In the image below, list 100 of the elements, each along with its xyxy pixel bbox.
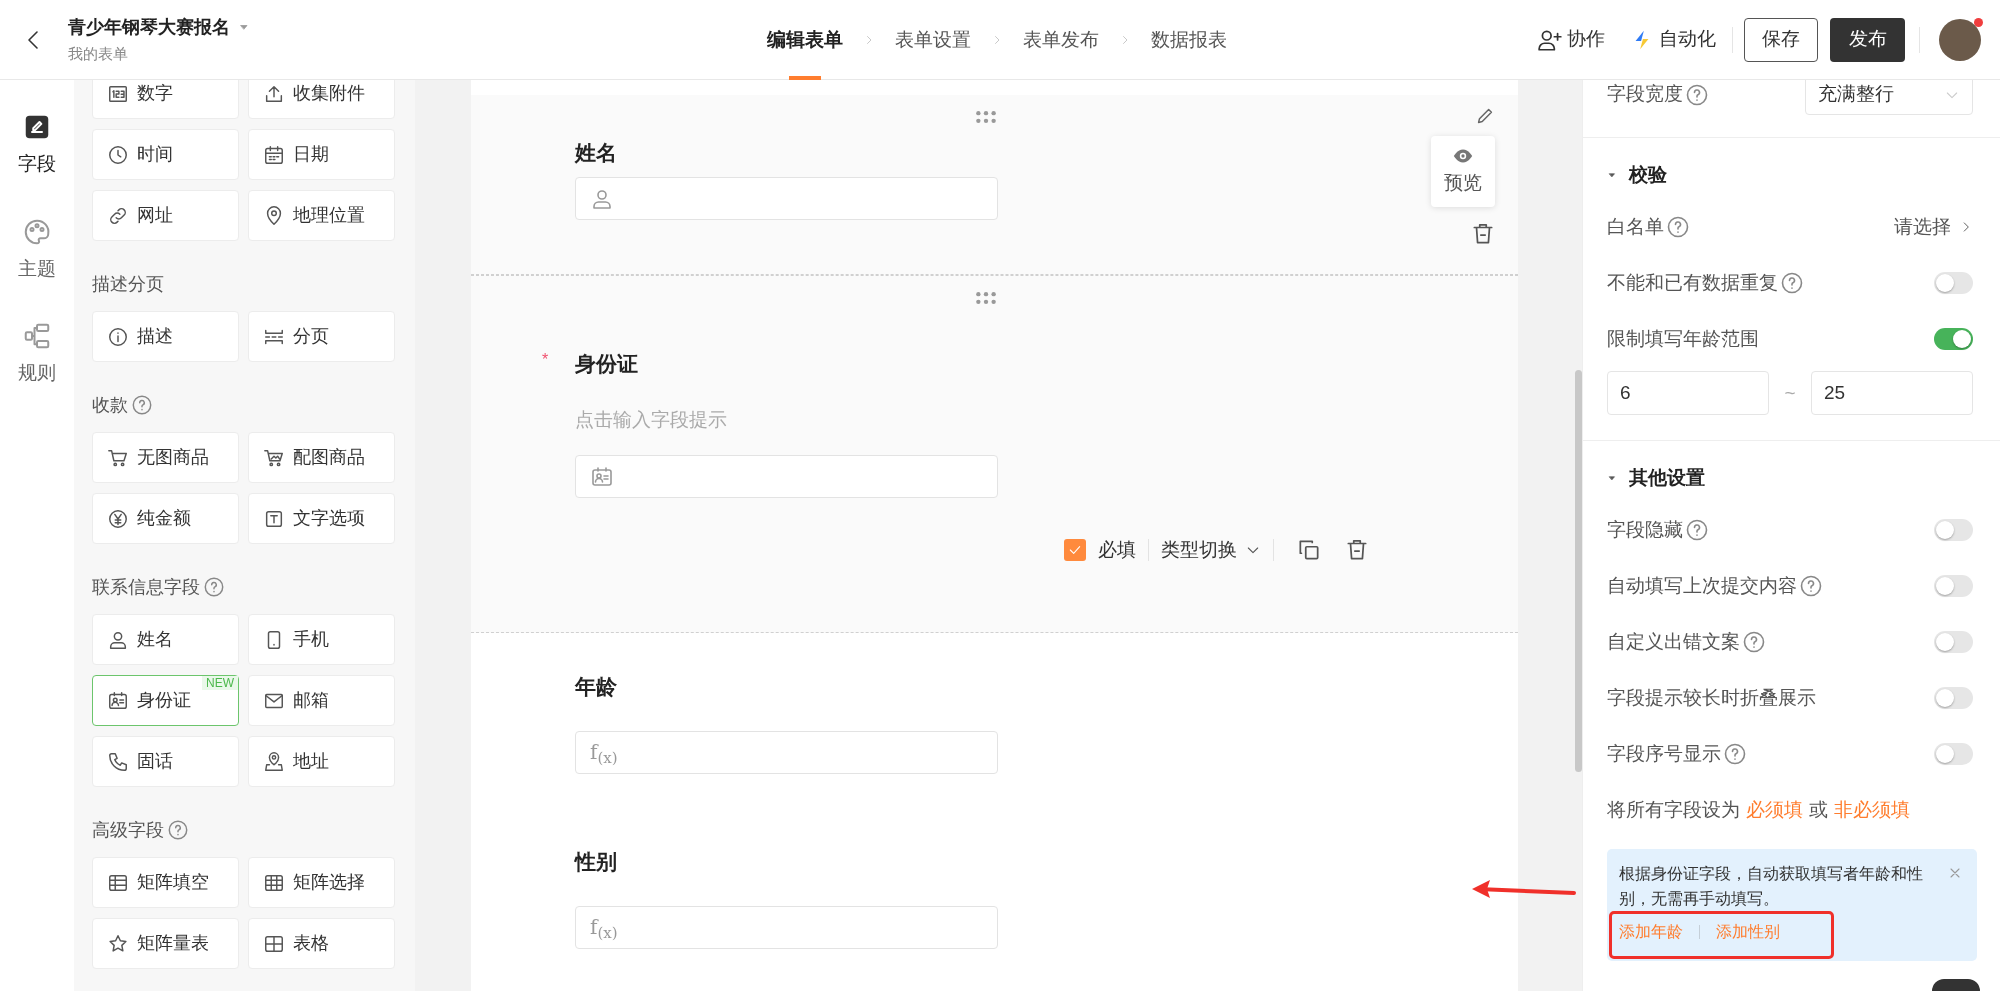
type-switch-dropdown[interactable]: 类型切换 xyxy=(1161,536,1261,565)
field-palette-item[interactable]: 网址 xyxy=(92,190,239,241)
location-person-icon xyxy=(263,750,285,773)
field-palette-item[interactable]: 无图商品 xyxy=(92,432,239,483)
help-icon[interactable] xyxy=(1685,518,1709,542)
section-toggle[interactable]: 其他设置 xyxy=(1607,466,1705,490)
field-palette-item[interactable]: 地址 xyxy=(248,736,395,787)
setting-label: 不能和已有数据重复 xyxy=(1607,270,1778,295)
field-palette-item[interactable]: 日期 xyxy=(248,129,395,180)
field-palette-item[interactable]: 描述 xyxy=(92,311,239,362)
setting-label: 字段隐藏 xyxy=(1607,517,1683,542)
field-palette-item[interactable]: 固话 xyxy=(92,736,239,787)
bulk-label: 或 xyxy=(1809,797,1828,822)
scrollbar-thumb[interactable] xyxy=(1575,370,1582,772)
toggle-switch[interactable] xyxy=(1934,743,1973,765)
toggle-switch[interactable] xyxy=(1934,272,1973,294)
toggle-switch[interactable] xyxy=(1934,575,1973,597)
field-palette-item[interactable]: 时间 xyxy=(92,129,239,180)
round-button[interactable] xyxy=(1932,979,1980,991)
caret-icon xyxy=(1607,170,1617,180)
publish-button[interactable]: 发布 xyxy=(1830,17,1905,62)
drag-handle-icon[interactable] xyxy=(976,111,996,123)
max-age-field[interactable]: 25 xyxy=(1810,371,1973,415)
help-icon[interactable] xyxy=(1799,574,1823,598)
collaborate-button[interactable]: 协作 xyxy=(1537,25,1605,54)
star-icon xyxy=(107,932,129,955)
input-field[interactable] xyxy=(575,177,998,220)
formula-mark: f$_{(x)}$ xyxy=(590,914,618,942)
rules-icon xyxy=(22,321,52,351)
field-palette-item[interactable]: 配图商品 xyxy=(248,432,395,483)
section-heading: 高级字段 xyxy=(92,818,164,842)
min-age-field[interactable]: 6 xyxy=(1607,371,1770,415)
help-icon[interactable] xyxy=(1685,82,1709,107)
drag-handle-icon[interactable] xyxy=(976,292,996,304)
help-icon[interactable] xyxy=(1742,630,1766,654)
delete-icon[interactable] xyxy=(1470,221,1496,247)
setting-label: 字段宽度 xyxy=(1607,82,1683,107)
required-checkbox[interactable]: 必填 xyxy=(1064,536,1136,565)
preview-button[interactable]: 预览 xyxy=(1431,136,1495,207)
id-card-icon xyxy=(107,689,129,712)
step-tab[interactable]: 表单设置 xyxy=(895,0,971,80)
field-palette-item[interactable]: 矩阵填空 xyxy=(92,857,239,908)
help-icon[interactable] xyxy=(167,819,189,841)
field-palette-item[interactable]: 矩阵选择 xyxy=(248,857,395,908)
id-card-icon xyxy=(590,464,614,489)
field-palette-item[interactable]: 表格 xyxy=(248,918,395,969)
form-field-block[interactable]: * 身份证 点击输入字段提示 必填 类型切换 xyxy=(471,275,1518,633)
field-palette-item[interactable]: 姓名 xyxy=(92,614,239,665)
field-palette-item[interactable]: 手机 xyxy=(248,614,395,665)
step-tab[interactable]: 表单发布 xyxy=(1023,0,1099,80)
field-palette-item[interactable]: 收集附件 xyxy=(248,80,395,119)
automation-button[interactable]: 自动化 xyxy=(1631,25,1716,54)
section-heading: 联系信息字段 xyxy=(92,575,200,599)
toggle-switch[interactable] xyxy=(1934,328,1973,350)
info-icon xyxy=(107,325,129,348)
calendar-icon xyxy=(263,143,285,166)
field-palette-item[interactable]: 矩阵量表 xyxy=(92,918,239,969)
help-icon[interactable] xyxy=(1780,271,1804,295)
rail-tab[interactable]: 规则 xyxy=(18,321,56,388)
step-tab[interactable]: 编辑表单 xyxy=(767,0,843,80)
toggle-switch[interactable] xyxy=(1934,519,1973,541)
field-palette-item[interactable]: 地理位置 xyxy=(248,190,395,241)
section-toggle[interactable]: 校验 xyxy=(1607,163,1667,187)
toggle-switch[interactable] xyxy=(1934,631,1973,653)
save-button[interactable]: 保存 xyxy=(1744,17,1818,62)
width-select[interactable]: 充满整行 xyxy=(1805,80,1973,115)
field-palette-item[interactable]: 纯金额 xyxy=(92,493,239,544)
section-heading: 收款 xyxy=(92,393,128,417)
help-icon[interactable] xyxy=(1666,215,1690,239)
required-asterisk: * xyxy=(542,350,549,370)
form-subtitle: 我的表单 xyxy=(68,44,129,64)
help-icon[interactable] xyxy=(131,394,153,416)
field-palette-item[interactable]: 身份证 NEW xyxy=(92,675,239,726)
new-badge: NEW xyxy=(202,676,238,690)
field-label: 姓名 xyxy=(575,140,617,167)
field-palette-item[interactable]: 分页 xyxy=(248,311,395,362)
help-icon[interactable] xyxy=(203,576,225,598)
setting-label: 字段序号显示 xyxy=(1607,741,1721,766)
help-icon[interactable] xyxy=(1723,742,1747,766)
step-tab[interactable]: 数据报表 xyxy=(1151,0,1227,80)
section-heading: 描述分页 xyxy=(92,272,164,296)
rail-tab[interactable]: 字段 xyxy=(18,112,56,179)
yen-icon xyxy=(107,507,129,530)
form-title: 青少年钢琴大赛报名 xyxy=(68,16,230,39)
field-label: 年龄 xyxy=(575,673,617,700)
field-palette-item[interactable]: 文字选项 xyxy=(248,493,395,544)
range-separator: ~ xyxy=(1783,380,1797,405)
input-field[interactable] xyxy=(575,455,998,498)
clock-icon xyxy=(107,143,129,166)
rail-tab[interactable]: 主题 xyxy=(18,216,56,283)
field-palette-item[interactable]: 数字 xyxy=(92,80,239,119)
field-label: 性别 xyxy=(575,848,617,875)
toggle-switch[interactable] xyxy=(1934,687,1973,709)
setting-label: 自定义出错文案 xyxy=(1607,629,1740,654)
setting-label: 自动填写上次提交内容 xyxy=(1607,573,1797,598)
avatar[interactable] xyxy=(1939,18,1981,61)
select-link[interactable]: 请选择 xyxy=(1894,212,1973,242)
field-label: 身份证 xyxy=(575,351,638,378)
field-palette-item[interactable]: 邮箱 xyxy=(248,675,395,726)
formula-mark: f$_{(x)}$ xyxy=(590,739,618,767)
